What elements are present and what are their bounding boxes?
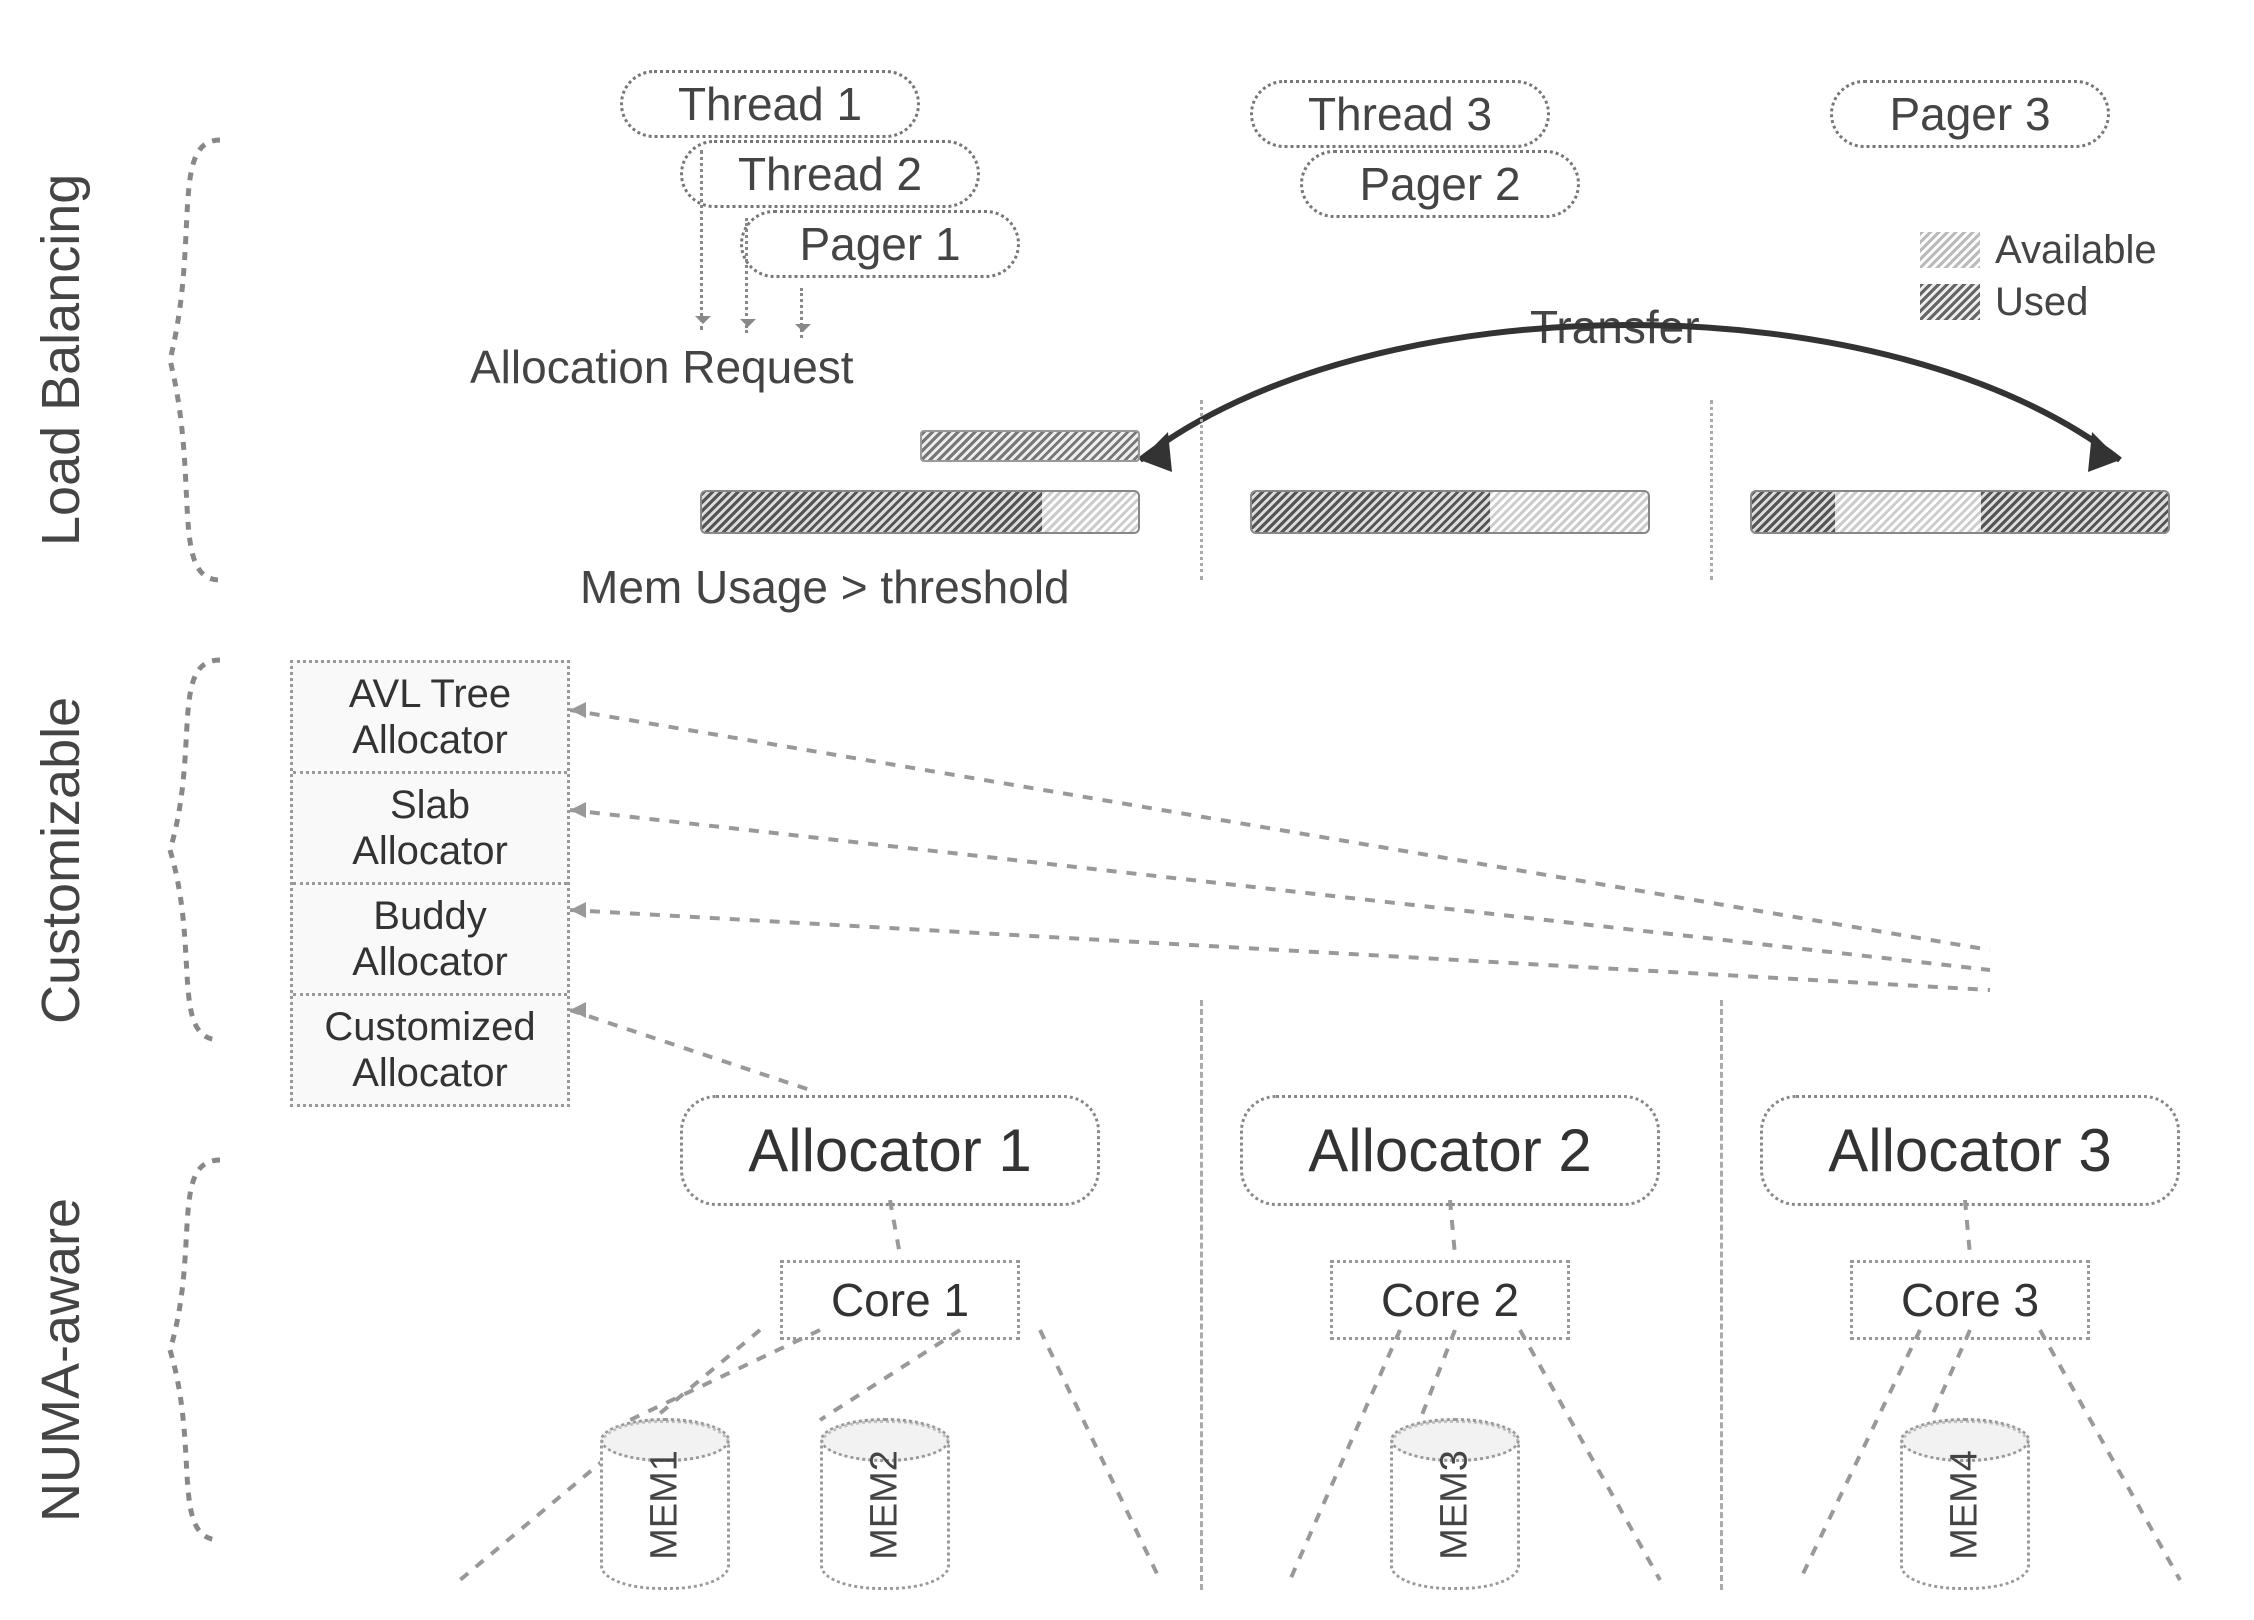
cell-buddy: Buddy Allocator [293, 885, 567, 996]
memusage-bar-2 [1250, 490, 1650, 534]
mem3-cylinder: MEM3 [1390, 1420, 1520, 1590]
pager-3-pill: Pager 3 [1830, 80, 2110, 148]
allocator-3-bubble: Allocator 3 [1760, 1095, 2180, 1206]
threshold-indicator-bar [920, 430, 1140, 462]
section-label-load-balancing: Load Balancing [30, 150, 92, 570]
mem-usage-threshold-label: Mem Usage > threshold [580, 560, 1070, 614]
thread-2-pill: Thread 2 [680, 140, 980, 208]
sep-lb-1 [1200, 400, 1203, 580]
memusage-bar-1 [700, 490, 1140, 534]
brace-numa-aware [120, 1150, 240, 1550]
alloc-request-arrow-3 [800, 288, 803, 338]
memory-allocator-diagram: Load Balancing Customizable NUMA-aware T… [0, 0, 2254, 1617]
allocator-2-bubble: Allocator 2 [1240, 1095, 1660, 1206]
pager-1-pill: Pager 1 [740, 210, 1020, 278]
alloc-request-arrow-1 [700, 150, 703, 330]
section-label-customizable: Customizable [30, 660, 92, 1060]
brace-load-balancing [120, 130, 240, 590]
sep-lb-2 [1710, 400, 1713, 580]
cell-avl: AVL Tree Allocator [293, 663, 567, 774]
alloc-request-arrow-2 [745, 218, 748, 333]
thread-1-pill: Thread 1 [620, 70, 920, 138]
mem4-cylinder: MEM4 [1900, 1420, 2030, 1590]
memusage-bar-3 [1750, 490, 2170, 534]
transfer-arrow [1110, 300, 2150, 500]
allocation-request-label: Allocation Request [470, 340, 854, 394]
legend-used-label: Used [1995, 280, 2088, 325]
legend-swatch-used [1920, 284, 1980, 320]
mem2-cylinder: MEM2 [820, 1420, 950, 1590]
brace-customizable [120, 650, 240, 1050]
pager-2-pill: Pager 2 [1300, 150, 1580, 218]
mem1-cylinder: MEM1 [600, 1420, 730, 1590]
thread-3-pill: Thread 3 [1250, 80, 1550, 148]
legend-available-label: Available [1995, 228, 2157, 273]
section-label-numa-aware: NUMA-aware [30, 1160, 92, 1560]
alloc-type-fanout [570, 690, 2170, 1110]
cell-slab: Slab Allocator [293, 774, 567, 885]
cell-custom: Customized Allocator [293, 996, 567, 1104]
legend-swatch-available [1920, 232, 1980, 268]
allocator-type-stack: AVL Tree Allocator Slab Allocator Buddy … [290, 660, 570, 1107]
allocator-1-bubble: Allocator 1 [680, 1095, 1100, 1206]
